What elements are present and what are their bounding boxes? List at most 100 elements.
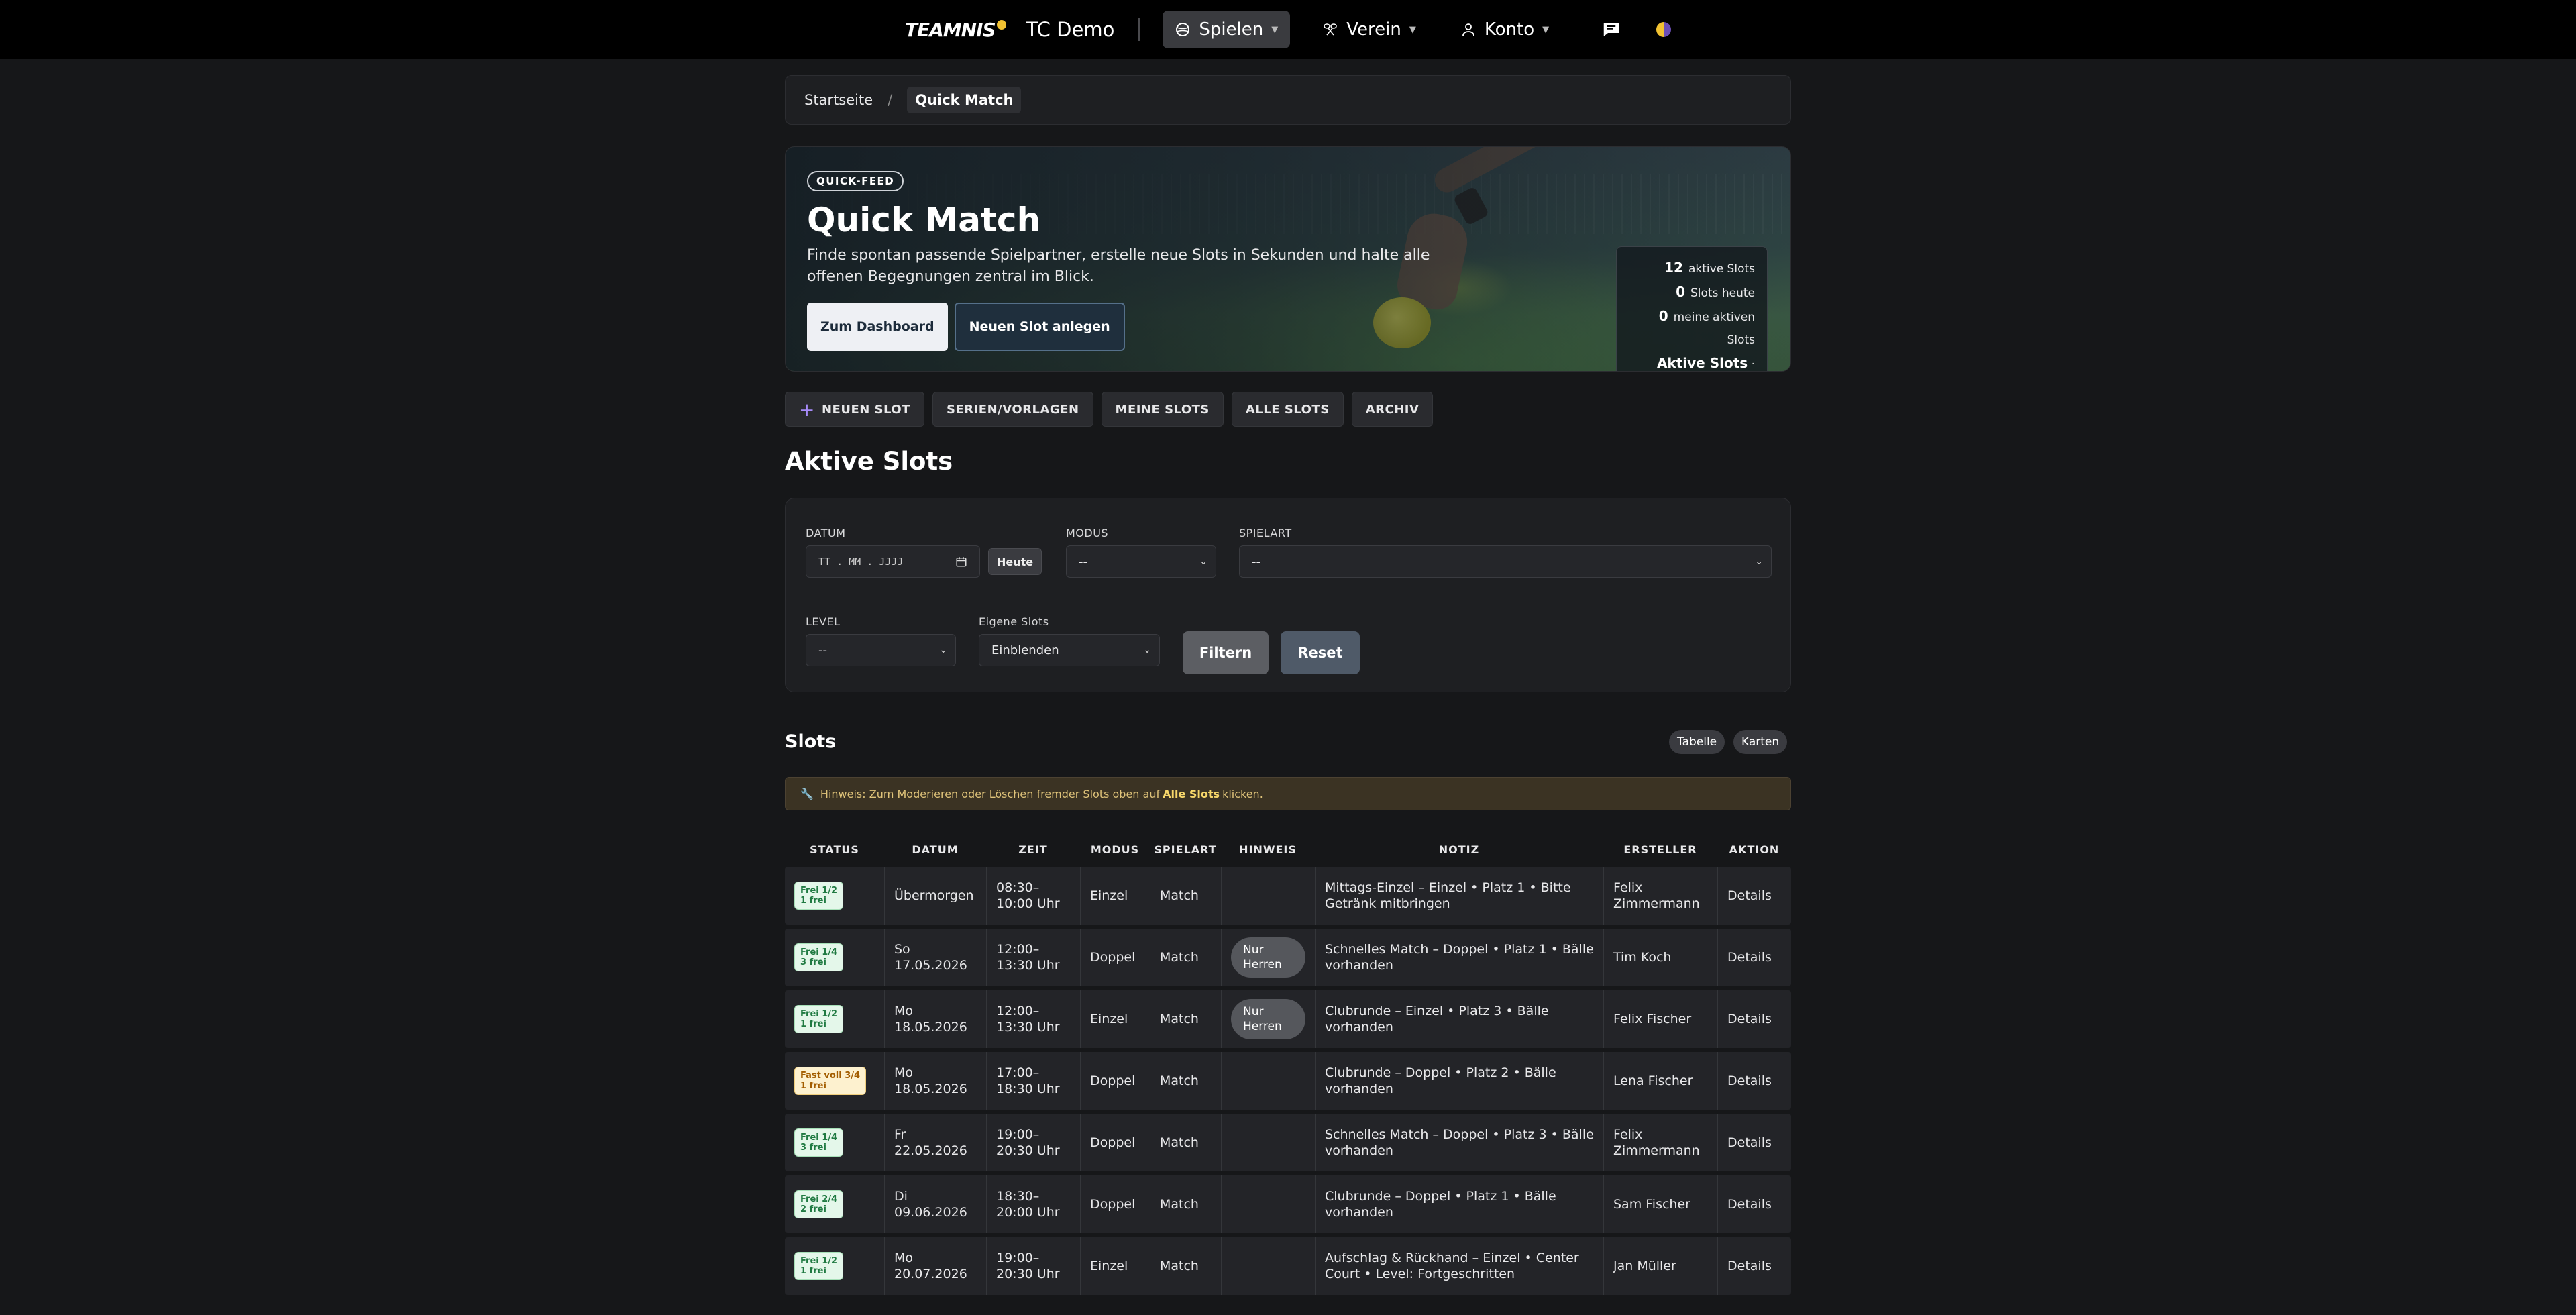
details-link[interactable]: Details xyxy=(1717,1237,1791,1295)
column-header-modus[interactable]: MODUS xyxy=(1080,836,1150,863)
status-sub: 2 frei xyxy=(800,1204,826,1214)
nav-konto[interactable]: Konto ▼ xyxy=(1448,11,1561,48)
hero-banner: QUICK-FEED Quick Match Finde spontan pas… xyxy=(785,146,1791,372)
column-header-aktion[interactable]: AKTION xyxy=(1717,836,1791,863)
details-link[interactable]: Details xyxy=(1717,1114,1791,1171)
slots-table-body: Frei 1/2 1 frei Übermorgen 08:30–10:00 Uh… xyxy=(785,867,1791,1295)
cell-spielart: Match xyxy=(1150,867,1221,925)
section-title: Aktive Slots xyxy=(785,447,953,476)
cell-status: Frei 1/4 3 frei xyxy=(785,1114,884,1171)
eigene-slots-select[interactable]: Einblenden ⌄ xyxy=(979,634,1160,666)
datum-placeholder: TT . MM . JJJJ xyxy=(818,556,904,568)
theme-toggle-icon[interactable] xyxy=(1656,22,1672,37)
cell-datum: Mo 18.05.2026 xyxy=(884,990,986,1048)
teamnis-logo[interactable]: TEAMNIS xyxy=(905,19,1006,41)
nav-spielen[interactable]: Spielen ▼ xyxy=(1163,11,1291,48)
tab-neuen-slot[interactable]: + NEUEN SLOT xyxy=(785,392,924,427)
status-badge: Frei 1/2 1 frei xyxy=(794,1252,844,1280)
cell-datum: Mo 20.07.2026 xyxy=(884,1237,986,1295)
hint-banner: 🔧 Hinweis: Zum Moderieren oder Löschen f… xyxy=(785,777,1791,810)
details-link[interactable]: Details xyxy=(1717,1052,1791,1110)
cell-status: Frei 1/2 1 frei xyxy=(785,867,884,925)
hint-link[interactable]: Alle Slots xyxy=(1163,788,1220,800)
calendar-icon[interactable] xyxy=(955,556,967,568)
status-main: Frei 1/2 xyxy=(800,1256,838,1266)
cell-spielart: Match xyxy=(1150,929,1221,986)
status-badge: Frei 1/4 3 frei xyxy=(794,1128,844,1157)
column-header-status[interactable]: STATUS xyxy=(785,836,884,863)
status-badge: Frei 1/2 1 frei xyxy=(794,1005,844,1033)
cell-spielart: Match xyxy=(1150,1052,1221,1110)
reset-button[interactable]: Reset xyxy=(1281,631,1360,674)
chat-icon[interactable] xyxy=(1601,19,1621,40)
hint-suffix: klicken. xyxy=(1222,787,1263,800)
column-header-notiz[interactable]: NOTIZ xyxy=(1315,836,1603,863)
quickfeed-badge: QUICK-FEED xyxy=(807,171,904,191)
tennis-ball-icon xyxy=(1176,23,1190,36)
cell-spielart: Match xyxy=(1150,1175,1221,1233)
cell-hinweis xyxy=(1221,1237,1315,1295)
club-name[interactable]: TC Demo xyxy=(1026,18,1115,41)
tab-alle-slots[interactable]: ALLE SLOTS xyxy=(1231,392,1344,427)
column-header-hinweis[interactable]: HINWEIS xyxy=(1221,836,1315,863)
column-header-ersteller[interactable]: ERSTELLER xyxy=(1603,836,1717,863)
details-link[interactable]: Details xyxy=(1717,867,1791,925)
nav-verein[interactable]: Verein ▼ xyxy=(1310,11,1428,48)
details-link[interactable]: Details xyxy=(1717,1175,1791,1233)
level-select[interactable]: -- ⌄ xyxy=(806,634,956,666)
status-sub: 3 frei xyxy=(800,957,826,967)
tab-meine-slots[interactable]: MEINE SLOTS xyxy=(1101,392,1224,427)
hinweis-pill: Nur Herren xyxy=(1231,999,1305,1039)
column-header-datum[interactable]: DATUM xyxy=(884,836,986,863)
modus-select[interactable]: -- ⌄ xyxy=(1066,545,1216,578)
chevron-down-icon: ⌄ xyxy=(1755,556,1763,567)
table-row[interactable]: Frei 1/4 3 frei So 17.05.2026 12:00–13:30… xyxy=(785,929,1791,986)
cell-notiz: Schnelles Match – Doppel • Platz 3 • Bäl… xyxy=(1315,1114,1603,1171)
slots-title: Slots xyxy=(785,731,837,752)
details-link[interactable]: Details xyxy=(1717,929,1791,986)
spielart-select[interactable]: -- ⌄ xyxy=(1239,545,1772,578)
caret-down-icon: ▼ xyxy=(1542,24,1550,35)
today-button[interactable]: Heute xyxy=(988,548,1042,575)
tab-archiv[interactable]: ARCHIV xyxy=(1351,392,1434,427)
stat-my-active-slots: 0 meine aktiven Slots xyxy=(1629,305,1755,352)
table-header-row: STATUS DATUM ZEIT MODUS SPIELART HINWEIS… xyxy=(785,836,1791,863)
view-cards-toggle[interactable]: Karten xyxy=(1733,730,1788,754)
stat-value: 12 xyxy=(1664,260,1683,276)
view-label: Aktive Slots xyxy=(1656,355,1748,371)
column-header-spielart[interactable]: SPIELART xyxy=(1150,836,1221,863)
column-header-zeit[interactable]: ZEIT xyxy=(986,836,1080,863)
new-slot-button[interactable]: Neuen Slot anlegen xyxy=(954,303,1125,351)
cell-status: Frei 2/4 2 frei xyxy=(785,1175,884,1233)
stat-label: meine aktiven Slots xyxy=(1673,311,1755,347)
table-row[interactable]: Frei 2/4 2 frei Di 09.06.2026 18:30–20:00… xyxy=(785,1175,1791,1233)
view-table-toggle[interactable]: Tabelle xyxy=(1669,730,1725,754)
cell-zeit: 17:00–18:30 Uhr xyxy=(986,1052,1080,1110)
chevron-down-icon: ⌄ xyxy=(1199,556,1208,567)
datum-input[interactable]: TT . MM . JJJJ xyxy=(806,545,980,578)
breadcrumb-home-link[interactable]: Startseite xyxy=(804,92,873,108)
cell-hinweis xyxy=(1221,867,1315,925)
filter-panel: DATUM TT . MM . JJJJ Heute MODUS -- ⌄ SPI… xyxy=(785,498,1791,692)
filter-button[interactable]: Filtern xyxy=(1183,631,1269,674)
hinweis-pill: Nur Herren xyxy=(1231,937,1305,978)
stat-value: 0 xyxy=(1658,308,1668,324)
cell-status: Frei 1/2 1 frei xyxy=(785,1237,884,1295)
nav-divider xyxy=(1138,18,1140,41)
table-row[interactable]: Frei 1/2 1 frei Mo 20.07.2026 19:00–20:30… xyxy=(785,1237,1791,1295)
tab-serien-vorlagen[interactable]: SERIEN/VORLAGEN xyxy=(932,392,1093,427)
status-badge: Fast voll 3/4 1 frei xyxy=(794,1067,867,1095)
logo-ball-icon xyxy=(996,20,1006,30)
status-badge: Frei 2/4 2 frei xyxy=(794,1190,844,1218)
details-link[interactable]: Details xyxy=(1717,990,1791,1048)
dashboard-button[interactable]: Zum Dashboard xyxy=(807,303,948,351)
table-row[interactable]: Fast voll 3/4 1 frei Mo 18.05.2026 17:00–… xyxy=(785,1052,1791,1110)
table-row[interactable]: Frei 1/4 3 frei Fr 22.05.2026 19:00–20:30… xyxy=(785,1114,1791,1171)
cell-modus: Doppel xyxy=(1080,1175,1150,1233)
eigene-slots-label: Eigene Slots xyxy=(979,615,1049,628)
eigene-slots-value: Einblenden xyxy=(991,643,1059,658)
cell-hinweis: Nur Herren xyxy=(1221,990,1315,1048)
table-row[interactable]: Frei 1/2 1 frei Übermorgen 08:30–10:00 Uh… xyxy=(785,867,1791,925)
table-row[interactable]: Frei 1/2 1 frei Mo 18.05.2026 12:00–13:30… xyxy=(785,990,1791,1048)
cell-status: Frei 1/4 3 frei xyxy=(785,929,884,986)
